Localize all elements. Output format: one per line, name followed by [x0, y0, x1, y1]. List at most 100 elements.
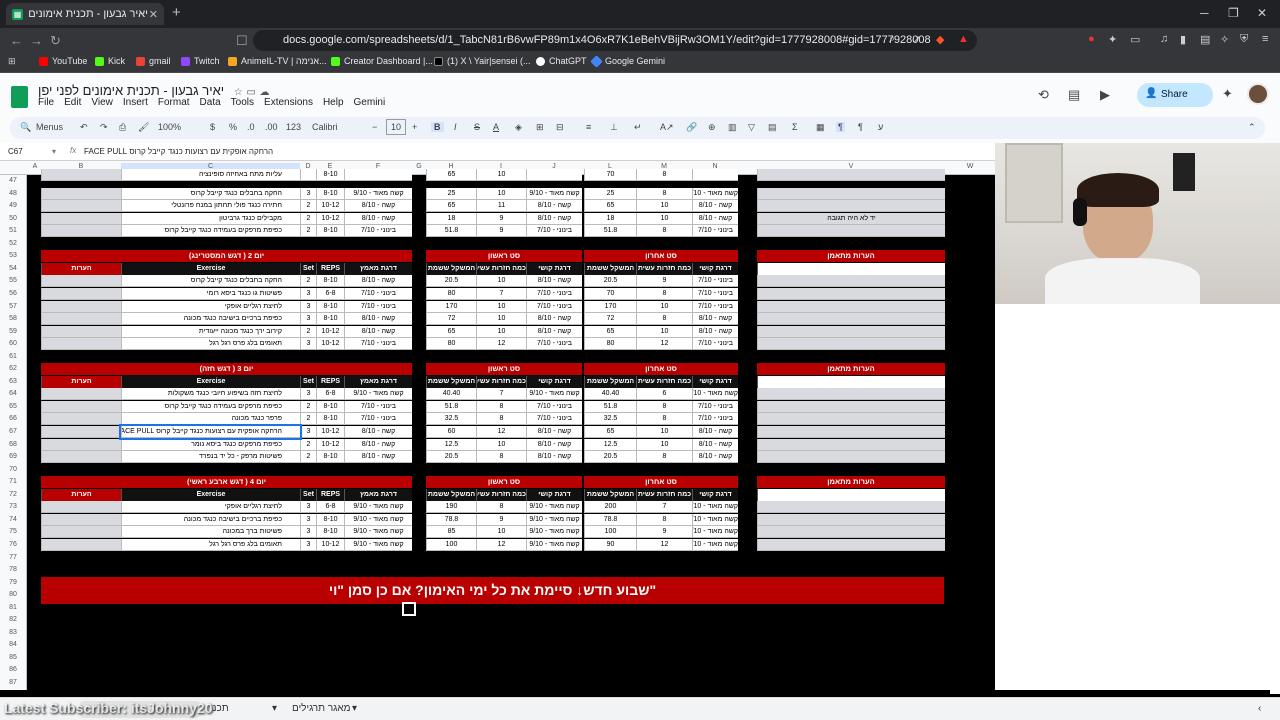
reps-cell[interactable]: 6-8: [316, 501, 344, 514]
last-set-difficulty-cell[interactable]: קשה - 8/10: [692, 451, 738, 464]
row-header[interactable]: 74: [0, 516, 26, 523]
filter-views-icon[interactable]: ▤: [768, 122, 777, 133]
collapse-toolbar-icon[interactable]: ⌃: [1248, 122, 1256, 133]
trainer-notes-cell[interactable]: [757, 388, 945, 401]
first-set-weight-cell[interactable]: 65: [426, 325, 476, 338]
last-set-reps-cell[interactable]: 10: [636, 212, 692, 225]
last-set-weight-cell[interactable]: 70: [584, 287, 636, 300]
font-size-increase-icon[interactable]: +: [412, 122, 417, 132]
meet-icon[interactable]: ▶: [1100, 87, 1110, 103]
first-set-weight-cell[interactable]: 65: [426, 169, 476, 181]
col-header-g[interactable]: G: [412, 163, 426, 170]
target-difficulty-cell[interactable]: קשה - 8/10: [344, 200, 412, 213]
row-header[interactable]: 55: [0, 277, 26, 284]
extension-record-icon[interactable]: ●: [1088, 33, 1095, 45]
brave-rewards-icon[interactable]: ▲: [958, 33, 969, 45]
first-set-weight-cell[interactable]: 65: [426, 200, 476, 213]
row-header[interactable]: 52: [0, 240, 26, 247]
notes-cell[interactable]: [41, 438, 121, 451]
row-header[interactable]: 75: [0, 528, 26, 535]
exercise-cell[interactable]: פרפר כנגד מכונה: [121, 413, 300, 426]
comments-icon[interactable]: ▤: [1068, 87, 1080, 103]
history-icon[interactable]: ⟲: [1038, 87, 1049, 103]
first-set-reps-cell[interactable]: 10: [476, 526, 526, 539]
set-cell[interactable]: 3: [300, 338, 316, 351]
target-difficulty-cell[interactable]: בינוני - 7/10: [344, 400, 412, 413]
target-difficulty-cell[interactable]: בינוני - 7/10: [344, 413, 412, 426]
last-set-weight-cell[interactable]: 65: [584, 426, 636, 438]
exercise-cell[interactable]: הרחקה אופקית עם רצועות כנגד קייבל קרוס F…: [119, 424, 302, 440]
percent-format[interactable]: %: [229, 122, 237, 132]
vpn-icon[interactable]: ⛨: [1240, 33, 1248, 46]
last-set-difficulty-cell[interactable]: קשה מאוד - 9/10: [692, 388, 738, 401]
first-set-weight-cell[interactable]: 12.5: [426, 438, 476, 451]
trainer-notes-cell[interactable]: [757, 187, 945, 200]
last-set-reps-cell[interactable]: 9: [636, 275, 692, 288]
reps-cell[interactable]: 10-12: [316, 325, 344, 338]
input-tools-icon[interactable]: ע: [878, 122, 883, 132]
row-header[interactable]: 70: [0, 466, 26, 473]
menus-search[interactable]: Menus: [36, 122, 63, 132]
exercise-cell[interactable]: החקה בחבלים כנגד קייבל קרוס: [121, 275, 300, 288]
align-horizontal-icon[interactable]: ≡: [586, 122, 591, 132]
last-set-weight-cell[interactable]: 51.8: [584, 225, 636, 238]
target-difficulty-cell[interactable]: קשה - 8/10: [344, 438, 412, 451]
row-header[interactable]: 56: [0, 290, 26, 297]
trainer-notes-cell[interactable]: [757, 426, 945, 438]
trainer-notes-cell[interactable]: [757, 169, 945, 181]
target-difficulty-cell[interactable]: קשה מאוד - 9/10: [344, 187, 412, 200]
menu-data[interactable]: Data: [200, 97, 221, 108]
last-set-reps-cell[interactable]: 6: [636, 388, 692, 401]
last-set-difficulty-cell[interactable]: קשה מאוד - 9/10: [692, 187, 738, 200]
sheet-tab-exercises[interactable]: מאגר תרגילים: [292, 703, 351, 714]
reps-cell[interactable]: 8-10: [316, 413, 344, 426]
notes-cell[interactable]: [41, 325, 121, 338]
first-set-weight-cell[interactable]: 72: [426, 313, 476, 326]
bookmark-gmail[interactable]: gmail: [136, 56, 171, 66]
row-header[interactable]: 62: [0, 365, 26, 372]
set-cell[interactable]: 3: [300, 287, 316, 300]
freeze-icon[interactable]: ▦: [816, 122, 825, 133]
notes-cell[interactable]: [41, 413, 121, 426]
trainer-notes-cell[interactable]: [757, 538, 945, 551]
first-set-reps-cell[interactable]: 10: [476, 275, 526, 288]
trainer-notes-cell[interactable]: [757, 513, 945, 526]
brave-shield-icon[interactable]: ◆: [936, 33, 944, 46]
reps-cell[interactable]: 8-10: [316, 275, 344, 288]
menu-help[interactable]: Help: [323, 97, 344, 108]
decrease-decimal[interactable]: .0: [247, 122, 255, 132]
notes-cell[interactable]: [41, 513, 121, 526]
first-set-weight-cell[interactable]: 40.40: [426, 388, 476, 401]
row-header[interactable]: 61: [0, 353, 26, 360]
row-header[interactable]: 81: [0, 604, 26, 611]
sheet-tab-dropdown-icon[interactable]: ▾: [272, 703, 277, 714]
first-set-reps-cell[interactable]: 9: [476, 225, 526, 238]
last-set-reps-cell[interactable]: 7: [636, 501, 692, 514]
first-set-reps-cell[interactable]: 9: [476, 212, 526, 225]
last-set-weight-cell[interactable]: 65: [584, 200, 636, 213]
menu-insert[interactable]: Insert: [123, 97, 148, 108]
last-set-reps-cell[interactable]: 8: [636, 413, 692, 426]
first-set-weight-cell[interactable]: 190: [426, 501, 476, 514]
last-set-reps-cell[interactable]: 8: [636, 169, 692, 181]
reps-cell[interactable]: 10-12: [316, 426, 344, 438]
last-set-difficulty-cell[interactable]: בינוני - 7/10: [692, 287, 738, 300]
close-window-icon[interactable]: ✕: [1257, 6, 1267, 20]
notes-cell[interactable]: [41, 287, 121, 300]
reps-cell[interactable]: 10-12: [316, 438, 344, 451]
first-set-difficulty-cell[interactable]: בינוני - 7/10: [526, 225, 582, 238]
first-set-reps-cell[interactable]: 8: [476, 400, 526, 413]
trainer-notes-cell[interactable]: [757, 438, 945, 451]
first-set-difficulty-cell[interactable]: [526, 169, 582, 181]
target-difficulty-cell[interactable]: קשה מאוד - 9/10: [344, 501, 412, 514]
last-set-weight-cell[interactable]: 18: [584, 212, 636, 225]
set-cell[interactable]: 3: [300, 187, 316, 200]
row-header[interactable]: 51: [0, 227, 26, 234]
font-size-input[interactable]: 10: [386, 119, 406, 135]
last-set-reps-cell[interactable]: 8: [636, 187, 692, 200]
set-cell[interactable]: 2: [300, 438, 316, 451]
row-header[interactable]: 49: [0, 202, 26, 209]
extensions-puzzle-icon[interactable]: ✦: [1108, 33, 1117, 46]
first-set-reps-cell[interactable]: 9: [476, 513, 526, 526]
set-cell[interactable]: 2: [300, 200, 316, 213]
